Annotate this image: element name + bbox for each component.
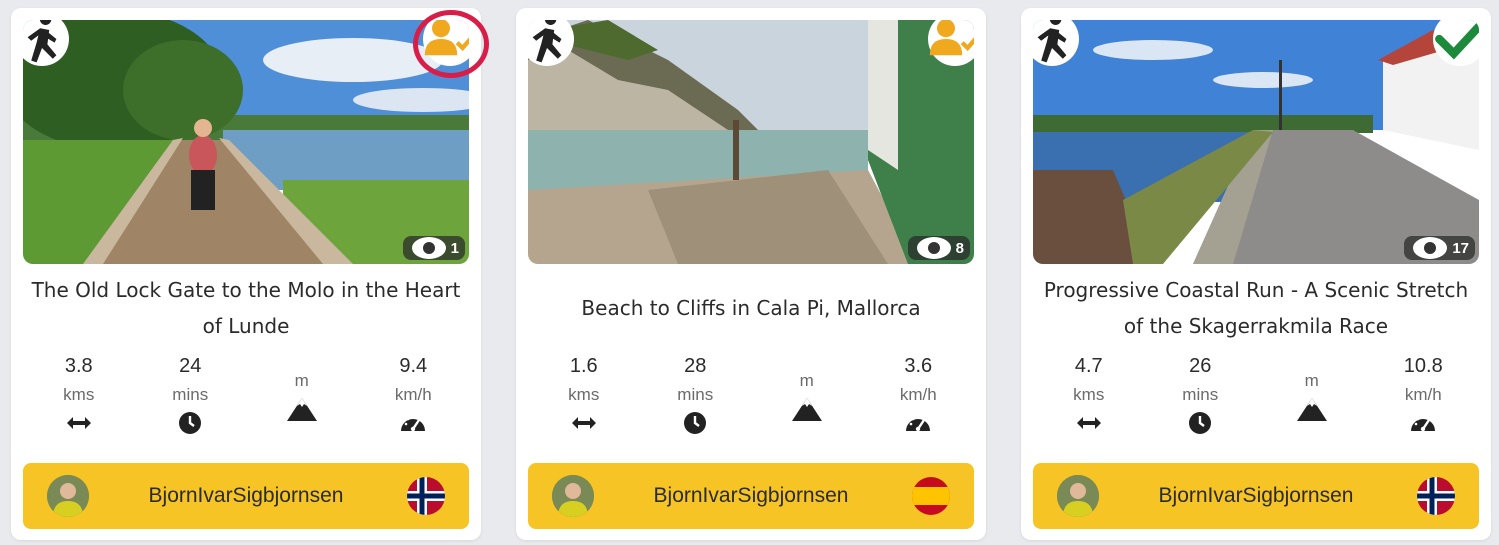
elevation-stat: m: [762, 352, 852, 452]
distance-stat: 1.6 kms: [539, 352, 629, 452]
speed-unit: km/h: [899, 385, 937, 404]
eye-icon: [1413, 237, 1448, 259]
speedometer-icon: [401, 415, 426, 432]
speedometer-icon: [906, 415, 931, 432]
distance-value: 1.6: [569, 355, 598, 377]
running-person-icon: [532, 20, 562, 63]
user-bar[interactable]: BjornIvarSigbjornsen: [23, 463, 469, 529]
duration-unit: mins: [172, 385, 209, 404]
distance-unit: kms: [63, 385, 95, 404]
status-badge[interactable]: [928, 20, 974, 66]
duration-value: 26: [1189, 355, 1212, 377]
running-person-icon: [27, 20, 57, 63]
distance-value: 4.7: [1074, 355, 1103, 377]
route-photo-image: [23, 20, 469, 264]
duration-stat: 26 mins: [1155, 352, 1245, 452]
duration-value: 28: [684, 355, 707, 377]
duration-unit: mins: [677, 385, 714, 404]
route-photo-image: [528, 20, 974, 264]
duration-stat: 24 mins: [145, 352, 235, 452]
speed-unit: km/h: [1404, 385, 1442, 404]
eye-icon: [411, 237, 446, 259]
checkmark-icon: [1435, 20, 1479, 60]
spain-flag: [912, 477, 950, 515]
view-count-badge: 1: [402, 236, 465, 260]
elevation-stat: m: [257, 352, 347, 452]
status-badge[interactable]: [423, 20, 469, 66]
route-stats: 4.7 kms 26 mins m 10.8 km/h: [1033, 352, 1479, 452]
user-check-icon: [424, 20, 469, 56]
activity-badge: [23, 20, 69, 66]
route-card[interactable]: 17 Progressive Coastal Run - A Scenic St…: [1021, 8, 1491, 540]
view-count: 8: [955, 239, 964, 257]
route-card[interactable]: 8 Beach to Cliffs in Cala Pi, Mallorca 1…: [516, 8, 986, 540]
distance-stat: 4.7 kms: [1044, 352, 1134, 452]
duration-stat: 28 mins: [650, 352, 740, 452]
arrows-horizontal-icon: [66, 417, 91, 429]
distance-unit: kms: [568, 385, 600, 404]
arrows-horizontal-icon: [571, 417, 596, 429]
route-title[interactable]: The Old Lock Gate to the Molo in the Hea…: [31, 270, 461, 346]
clock-icon: [684, 412, 707, 434]
route-photo[interactable]: 8: [528, 20, 974, 264]
view-count-badge: 8: [907, 236, 970, 260]
running-person-icon: [1037, 20, 1067, 63]
norway-flag: [1417, 477, 1455, 515]
speedometer-icon: [1411, 415, 1436, 432]
username[interactable]: BjornIvarSigbjornsen: [528, 463, 974, 529]
clock-icon: [1189, 412, 1212, 434]
clock-icon: [179, 412, 202, 434]
route-stats: 1.6 kms 28 mins m 3.6 km/h: [528, 352, 974, 452]
mountain-icon: [286, 398, 317, 421]
status-badge[interactable]: [1433, 20, 1479, 66]
distance-stat: 3.8 kms: [34, 352, 124, 452]
route-photo-image: [1033, 20, 1479, 264]
route-card[interactable]: 1 The Old Lock Gate to the Molo in the H…: [11, 8, 481, 540]
speed-value: 10.8: [1403, 355, 1443, 377]
speed-unit: km/h: [394, 385, 432, 404]
speed-stat: 3.6 km/h: [873, 352, 963, 452]
route-stats: 3.8 kms 24 mins m 9.4 km/h: [23, 352, 469, 452]
elevation-unit: m: [799, 371, 814, 390]
mountain-icon: [1296, 398, 1327, 421]
elevation-stat: m: [1267, 352, 1357, 452]
view-count: 1: [450, 239, 459, 257]
user-check-icon: [929, 20, 974, 56]
route-photo[interactable]: 1: [23, 20, 469, 264]
activity-badge: [528, 20, 574, 66]
route-title[interactable]: Progressive Coastal Run - A Scenic Stret…: [1041, 270, 1471, 346]
norway-flag: [407, 477, 445, 515]
speed-value: 9.4: [399, 355, 428, 377]
speed-stat: 10.8 km/h: [1378, 352, 1468, 452]
route-title[interactable]: Beach to Cliffs in Cala Pi, Mallorca: [536, 270, 966, 346]
elevation-unit: m: [1304, 371, 1319, 390]
view-count-badge: 17: [1404, 236, 1475, 260]
distance-value: 3.8: [64, 355, 93, 377]
speed-value: 3.6: [904, 355, 933, 377]
username[interactable]: BjornIvarSigbjornsen: [23, 463, 469, 529]
route-photo[interactable]: 17: [1033, 20, 1479, 264]
duration-unit: mins: [1182, 385, 1219, 404]
mountain-icon: [791, 398, 822, 421]
user-bar[interactable]: BjornIvarSigbjornsen: [528, 463, 974, 529]
activity-badge: [1033, 20, 1079, 66]
speed-stat: 9.4 km/h: [368, 352, 458, 452]
distance-unit: kms: [1073, 385, 1105, 404]
duration-value: 24: [179, 355, 202, 377]
elevation-unit: m: [294, 371, 309, 390]
arrows-horizontal-icon: [1076, 417, 1101, 429]
eye-icon: [916, 237, 951, 259]
username[interactable]: BjornIvarSigbjornsen: [1033, 463, 1479, 529]
view-count: 17: [1452, 239, 1469, 257]
user-bar[interactable]: BjornIvarSigbjornsen: [1033, 463, 1479, 529]
